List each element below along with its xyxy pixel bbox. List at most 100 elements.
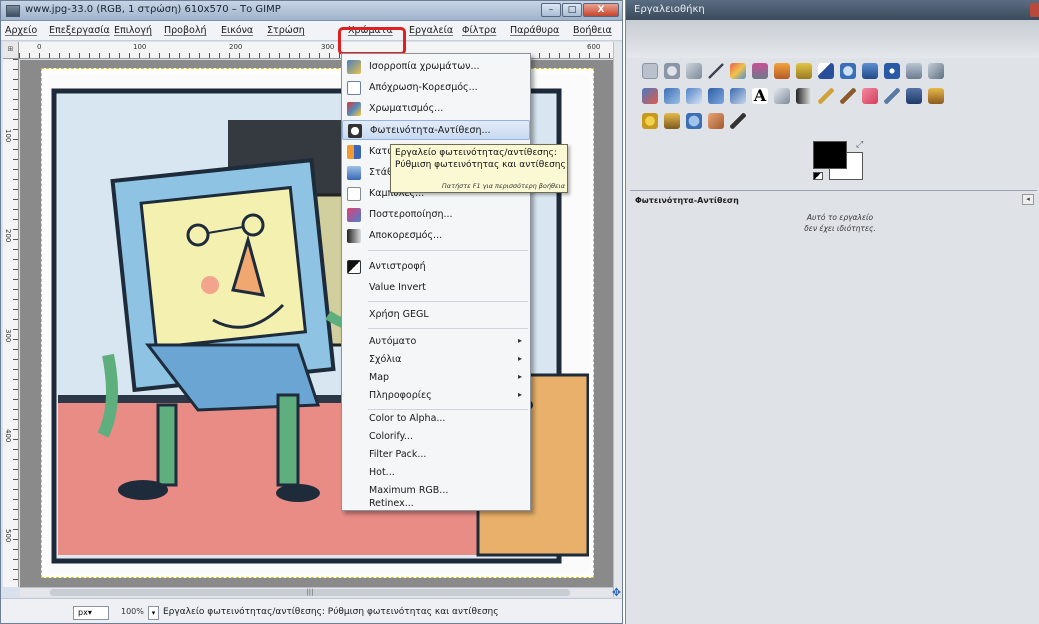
unit-dropdown[interactable]: px▾ xyxy=(73,606,109,620)
menu-item-map[interactable]: Map ▸ xyxy=(342,368,530,388)
ruler-tick-label: 400 xyxy=(4,429,12,443)
tool-options-title: Φωτεινότητα-Αντίθεση xyxy=(635,196,739,205)
menu-item-filter-pack[interactable]: Filter Pack... xyxy=(342,445,530,465)
flip-tool-icon[interactable] xyxy=(730,88,746,104)
toolbox-title-bar[interactable]: Εργαλειοθήκη xyxy=(626,0,1039,20)
ink-tool-icon[interactable] xyxy=(906,88,922,104)
zoom-dropdown-arrow[interactable]: ▾ xyxy=(148,606,159,620)
navigate-icon[interactable]: ✥ xyxy=(611,587,622,598)
zoom-tool-icon[interactable] xyxy=(840,63,856,79)
vertical-ruler[interactable]: 100 200 300 400 500 xyxy=(3,59,19,587)
ruler-tick-label: 300 xyxy=(4,329,12,343)
rotate-tool-icon[interactable] xyxy=(642,88,658,104)
airbrush-tool-icon[interactable] xyxy=(884,88,900,104)
heal-tool-icon[interactable] xyxy=(642,113,658,129)
menu-layer[interactable]: Στρώση xyxy=(267,25,305,36)
eraser-tool-icon[interactable] xyxy=(862,88,878,104)
menu-item-color-to-alpha[interactable]: Color to Alpha... xyxy=(342,409,530,429)
menu-help[interactable]: Βοήθεια xyxy=(573,25,612,36)
menu-item-hue-saturation[interactable]: Απόχρωση-Κορεσμός... xyxy=(342,78,530,98)
scale-tool-icon[interactable] xyxy=(664,88,680,104)
colors-dropdown-menu: Ισορροπία χρωμάτων... Απόχρωση-Κορεσμός.… xyxy=(341,53,531,511)
align-tool-icon[interactable] xyxy=(906,63,922,79)
color-picker-tool-icon[interactable] xyxy=(818,63,834,79)
perspective-tool-icon[interactable] xyxy=(708,88,724,104)
menu-item-colorify[interactable]: Colorify... xyxy=(342,427,530,447)
menu-select[interactable]: Επιλογή xyxy=(114,25,152,36)
menu-filters[interactable]: Φίλτρα xyxy=(462,25,496,36)
ruler-tick-label: 300 xyxy=(321,43,335,51)
menu-item-brightness-contrast[interactable]: Φωτεινότητα-Αντίθεση... xyxy=(342,120,530,140)
rect-select-tool-icon[interactable] xyxy=(642,63,658,79)
text-tool-icon[interactable]: A xyxy=(752,88,768,104)
zoom-value[interactable]: 100% xyxy=(121,607,144,616)
menu-item-components[interactable]: Σχόλια ▸ xyxy=(342,350,530,370)
levels-icon xyxy=(347,166,361,180)
measure-tool-icon[interactable] xyxy=(862,63,878,79)
curves-icon xyxy=(347,187,361,201)
foreground-color-swatch-front[interactable] xyxy=(813,141,847,169)
default-colors-icon[interactable] xyxy=(813,172,823,180)
tool-options-message: Αυτό το εργαλείο xyxy=(806,213,874,222)
menu-windows[interactable]: Παράθυρα xyxy=(510,25,559,36)
scrollbar-thumb[interactable]: ||| xyxy=(50,589,570,596)
clone-tool-icon[interactable] xyxy=(928,88,944,104)
menu-view[interactable]: Προβολή xyxy=(164,25,207,36)
tool-options-menu-button[interactable]: ◂ xyxy=(1022,194,1034,205)
perspective-clone-tool-icon[interactable] xyxy=(664,113,680,129)
menu-item-invert[interactable]: Αντιστροφή xyxy=(342,257,530,277)
ruler-tick-label: 500 xyxy=(4,529,12,543)
menu-item-auto[interactable]: Αυτόματο ▸ xyxy=(342,332,530,352)
ellipse-select-tool-icon[interactable] xyxy=(664,63,680,79)
menu-item-color-balance[interactable]: Ισορροπία χρωμάτων... xyxy=(342,57,530,77)
pencil-tool-icon[interactable] xyxy=(818,88,834,104)
move-tool-icon[interactable] xyxy=(884,63,900,79)
ruler-tick-label: 100 xyxy=(4,129,12,143)
tool-options-message: δεν έχει ιδιότητες. xyxy=(804,224,876,233)
menu-item-info[interactable]: Πληροφορίες ▸ xyxy=(342,386,530,406)
menu-item-value-invert[interactable]: Value Invert xyxy=(342,278,530,298)
vertical-scrollbar[interactable] xyxy=(613,42,622,597)
bucket-fill-tool-icon[interactable] xyxy=(774,88,790,104)
smudge-tool-icon[interactable] xyxy=(708,113,724,129)
toolbox-close-button[interactable] xyxy=(1030,3,1039,17)
select-by-color-tool-icon[interactable] xyxy=(730,63,746,79)
menu-item-desaturate[interactable]: Αποκορεσμός... xyxy=(342,226,530,246)
menu-item-retinex[interactable]: Retinex... xyxy=(342,494,530,510)
window-title: www.jpg-33.0 (RGB, 1 στρώση) 610x570 – Τ… xyxy=(25,4,281,15)
menu-image[interactable]: Εικόνα xyxy=(221,25,253,36)
blend-tool-icon[interactable] xyxy=(796,88,812,104)
scissors-tool-icon[interactable] xyxy=(752,63,768,79)
menu-item-posterize[interactable]: Ποστεροποίηση... xyxy=(342,205,530,225)
menu-tools[interactable]: Εργαλεία xyxy=(409,25,453,36)
colorize-icon xyxy=(347,102,361,116)
paintbrush-tool-icon[interactable] xyxy=(840,88,856,104)
shear-tool-icon[interactable] xyxy=(686,88,702,104)
tooltip: Εργαλείο φωτεινότητας/αντίθεσης: Ρύθμιση… xyxy=(390,144,568,193)
title-bar[interactable]: www.jpg-33.0 (RGB, 1 στρώση) 610x570 – Τ… xyxy=(1,1,622,21)
gimp-window-icon xyxy=(6,5,20,17)
quick-mask-corner[interactable]: ⊞ xyxy=(3,42,19,59)
ruler-tick-label: 0 xyxy=(37,43,42,51)
close-button[interactable]: X xyxy=(583,3,619,17)
fuzzy-select-tool-icon[interactable] xyxy=(708,63,724,79)
submenu-arrow-icon: ▸ xyxy=(517,354,522,363)
paths-tool-icon[interactable] xyxy=(796,63,812,79)
maximize-button[interactable]: □ xyxy=(562,3,582,17)
swap-colors-icon[interactable]: ⤢ xyxy=(856,140,863,150)
menu-item-use-gegl[interactable]: Χρήση GEGL xyxy=(342,305,530,325)
blur-tool-icon[interactable] xyxy=(686,113,702,129)
menu-file[interactable]: Αρχείο xyxy=(5,25,37,36)
ruler-tick-label: 600 xyxy=(587,43,601,51)
tooltip-hint: Πατήστε F1 για περισσότερη βοήθεια xyxy=(441,182,565,190)
menu-bar: Αρχείο Επεξεργασία Επιλογή Προβολή Εικόν… xyxy=(1,21,622,41)
menu-item-colorize[interactable]: Χρωματισμός... xyxy=(342,99,530,119)
dodge-burn-tool-icon[interactable] xyxy=(730,113,746,129)
free-select-tool-icon[interactable] xyxy=(686,63,702,79)
foreground-select-tool-icon[interactable] xyxy=(774,63,790,79)
menu-edit[interactable]: Επεξεργασία xyxy=(49,25,110,36)
horizontal-scrollbar[interactable]: ||| xyxy=(20,587,613,597)
minimize-button[interactable]: – xyxy=(541,3,561,17)
crop-tool-icon[interactable] xyxy=(928,63,944,79)
menu-item-hot[interactable]: Hot... xyxy=(342,463,530,483)
